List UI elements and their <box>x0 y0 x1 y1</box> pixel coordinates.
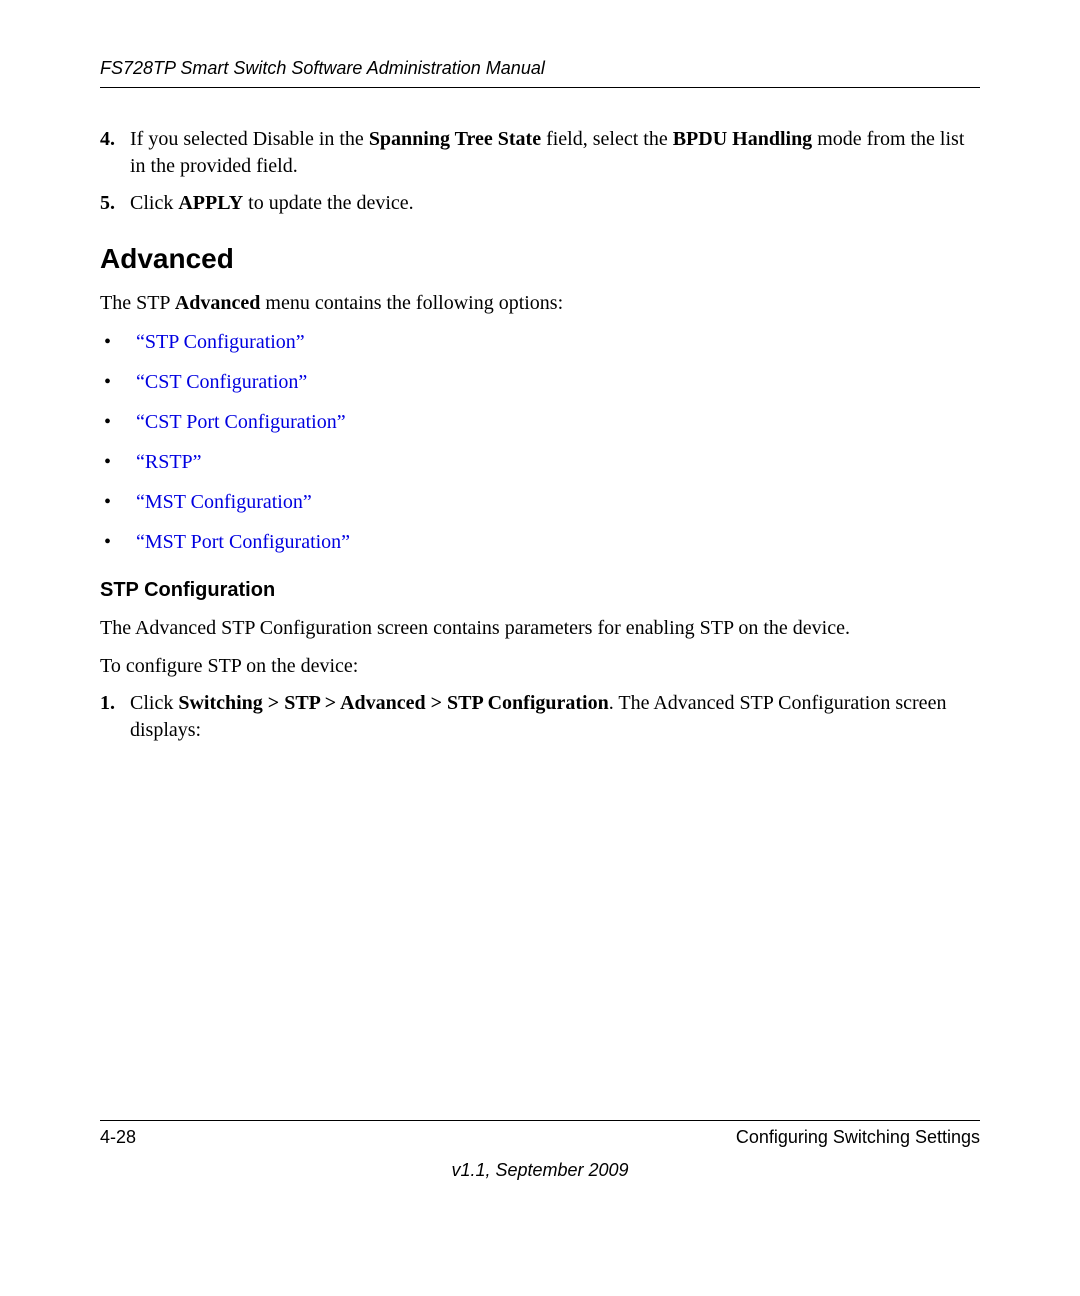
list-body: If you selected Disable in the Spanning … <box>130 126 980 180</box>
ordered-list-item-4: 4. If you selected Disable in the Spanni… <box>100 126 980 180</box>
body-paragraph: The Advanced STP Configuration screen co… <box>100 614 980 642</box>
link-cst-port-configuration[interactable]: “CST Port Configuration” <box>136 407 346 437</box>
list-number: 4. <box>100 126 130 180</box>
footer-version: v1.1, September 2009 <box>0 1160 1080 1181</box>
bullet-icon: • <box>100 367 136 397</box>
list-item: •“RSTP” <box>100 447 980 477</box>
running-header: FS728TP Smart Switch Software Administra… <box>100 58 980 88</box>
link-rstp[interactable]: “RSTP” <box>136 447 202 477</box>
text: to update the device. <box>243 192 414 214</box>
link-mst-port-configuration[interactable]: “MST Port Configuration” <box>136 527 350 557</box>
list-body: Click APPLY to update the device. <box>130 190 980 217</box>
link-stp-configuration[interactable]: “STP Configuration” <box>136 327 305 357</box>
ordered-list-item-5: 5. Click APPLY to update the device. <box>100 190 980 217</box>
bold-text: Advanced <box>175 292 261 314</box>
list-item: •“MST Configuration” <box>100 487 980 517</box>
bullet-icon: • <box>100 447 136 477</box>
link-cst-configuration[interactable]: “CST Configuration” <box>136 367 307 397</box>
bullet-icon: • <box>100 487 136 517</box>
section-heading-advanced: Advanced <box>100 243 980 275</box>
bullet-icon: • <box>100 527 136 557</box>
text: menu contains the following options: <box>260 292 563 314</box>
intro-paragraph: The STP Advanced menu contains the follo… <box>100 289 980 317</box>
text: Click <box>130 192 178 214</box>
subsection-heading-stp-configuration: STP Configuration <box>100 579 980 602</box>
page-number: 4-28 <box>100 1127 136 1148</box>
text: If you selected Disable in the <box>130 128 369 150</box>
bold-text: APPLY <box>178 192 243 214</box>
bold-text: Spanning Tree State <box>369 128 541 150</box>
bullet-icon: • <box>100 327 136 357</box>
list-number: 5. <box>100 190 130 217</box>
text: The STP <box>100 292 175 314</box>
chapter-title: Configuring Switching Settings <box>736 1127 980 1148</box>
list-item: •“MST Port Configuration” <box>100 527 980 557</box>
bullet-icon: • <box>100 407 136 437</box>
list-item: •“CST Port Configuration” <box>100 407 980 437</box>
bold-text: Switching > STP > Advanced > STP Configu… <box>178 692 608 714</box>
list-item: •“CST Configuration” <box>100 367 980 397</box>
list-item: •“STP Configuration” <box>100 327 980 357</box>
bold-text: BPDU Handling <box>673 128 812 150</box>
body-paragraph: To configure STP on the device: <box>100 652 980 680</box>
footer-rule <box>100 1120 980 1121</box>
link-mst-configuration[interactable]: “MST Configuration” <box>136 487 312 517</box>
list-body: Click Switching > STP > Advanced > STP C… <box>130 690 980 744</box>
text: Click <box>130 692 178 714</box>
footer-line: 4-28 Configuring Switching Settings <box>100 1127 980 1148</box>
advanced-options-list: •“STP Configuration” •“CST Configuration… <box>100 327 980 557</box>
text: field, select the <box>541 128 673 150</box>
list-number: 1. <box>100 690 130 744</box>
ordered-list-item-1: 1. Click Switching > STP > Advanced > ST… <box>100 690 980 744</box>
